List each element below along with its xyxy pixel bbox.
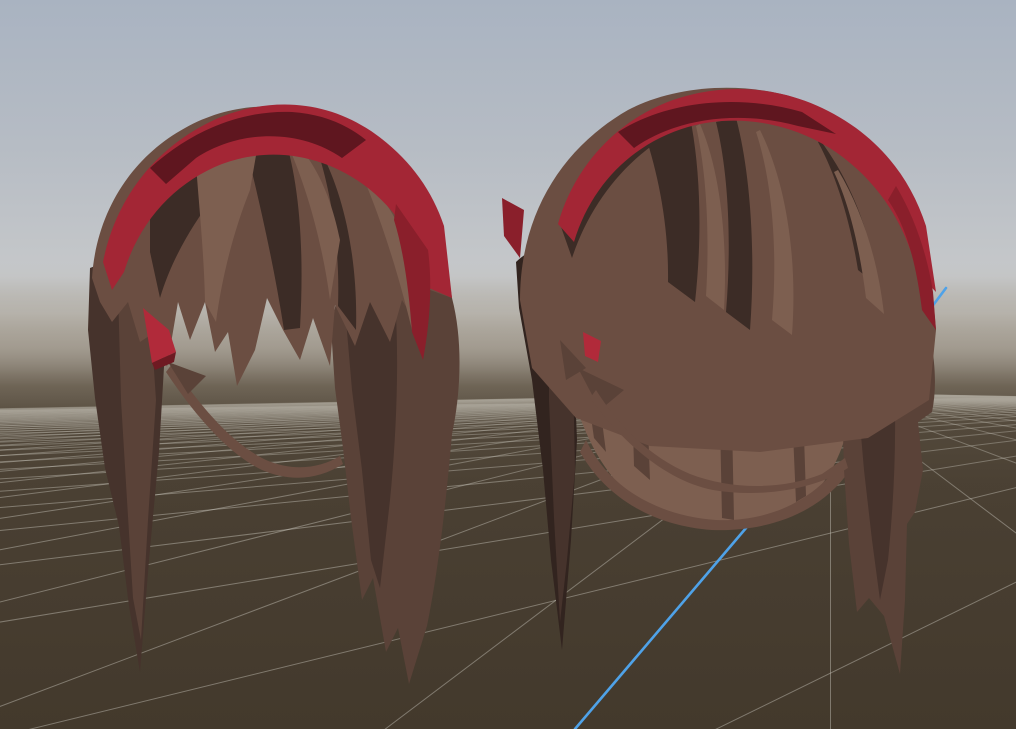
viewport-3d[interactable]	[0, 0, 1016, 729]
z-axis-segment	[575, 521, 752, 729]
hair-model-left[interactable]	[88, 104, 460, 684]
hair-model-right[interactable]	[502, 88, 936, 674]
hair-model-right-headband-tail-left	[502, 198, 524, 258]
